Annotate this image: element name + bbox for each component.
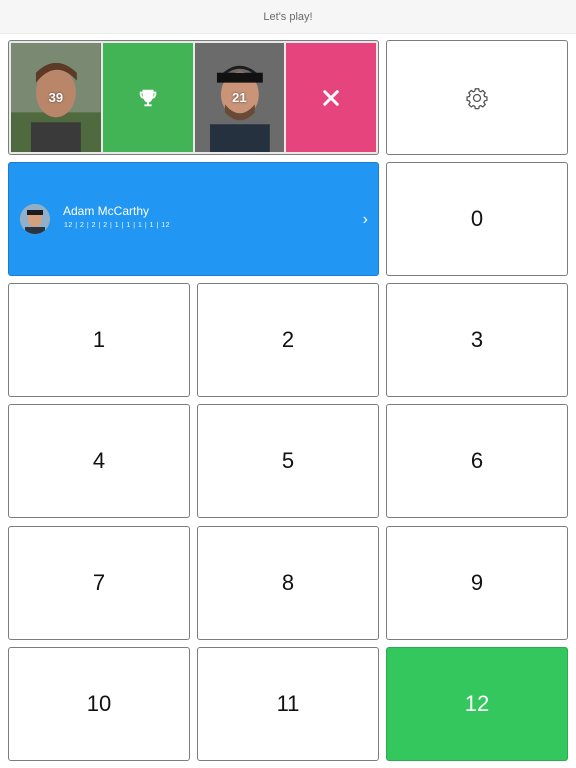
player-tile[interactable]: 39 [11,43,101,152]
player-tile-win[interactable] [102,43,193,152]
key-1[interactable]: 1 [8,283,190,397]
player-score: 39 [48,90,64,105]
key-7[interactable]: 7 [8,526,190,640]
current-player-bar[interactable]: Adam McCarthy 12 | 2 | 2 | 2 | 1 | 1 | 1… [8,162,379,276]
page-title: Let's play! [263,10,313,23]
settings-button[interactable] [386,40,568,155]
key-12[interactable]: 12 [386,647,568,761]
key-3[interactable]: 3 [386,283,568,397]
close-icon [323,89,339,106]
key-9[interactable]: 9 [386,526,568,640]
key-6[interactable]: 6 [386,404,568,518]
gear-icon [466,87,488,109]
key-11[interactable]: 11 [197,647,379,761]
key-4[interactable]: 4 [8,404,190,518]
players-panel: 39 21 [8,40,379,155]
key-5[interactable]: 5 [197,404,379,518]
player-round-scores: 12 | 2 | 2 | 2 | 1 | 1 | 1 | 1 | 12 [64,222,170,229]
chevron-right-icon: › [362,211,368,228]
trophy-icon [139,89,156,106]
player-score: 21 [232,90,247,105]
key-8[interactable]: 8 [197,526,379,640]
top-bar: Let's play! [0,0,576,34]
player-tile-lose[interactable] [286,43,376,152]
player-name: Adam McCarthy [63,204,150,218]
key-2[interactable]: 2 [197,283,379,397]
key-10[interactable]: 10 [8,647,190,761]
avatar [20,204,50,234]
key-0[interactable]: 0 [386,162,568,276]
player-tile-active[interactable]: 21 [194,43,285,152]
